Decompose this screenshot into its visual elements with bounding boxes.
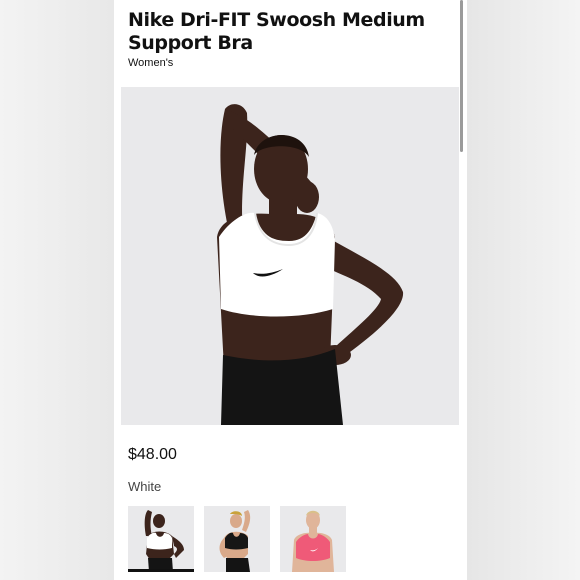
product-title: Nike Dri-FIT Swoosh Medium Support Bra — [128, 9, 425, 54]
product-page: Nike Dri-FIT Swoosh Medium Support Bra W… — [114, 0, 467, 580]
selected-color-name: White — [128, 479, 162, 494]
color-swatch-white[interactable] — [128, 506, 194, 572]
color-swatch-pink[interactable] — [280, 506, 346, 572]
blurred-background-left — [0, 0, 114, 580]
product-category: Women's — [128, 57, 174, 69]
product-main-image[interactable] — [121, 87, 459, 425]
product-price: $48.00 — [128, 446, 177, 463]
scrollbar[interactable] — [460, 0, 463, 152]
color-swatch-black[interactable] — [204, 506, 270, 572]
blurred-background-right — [467, 0, 580, 580]
